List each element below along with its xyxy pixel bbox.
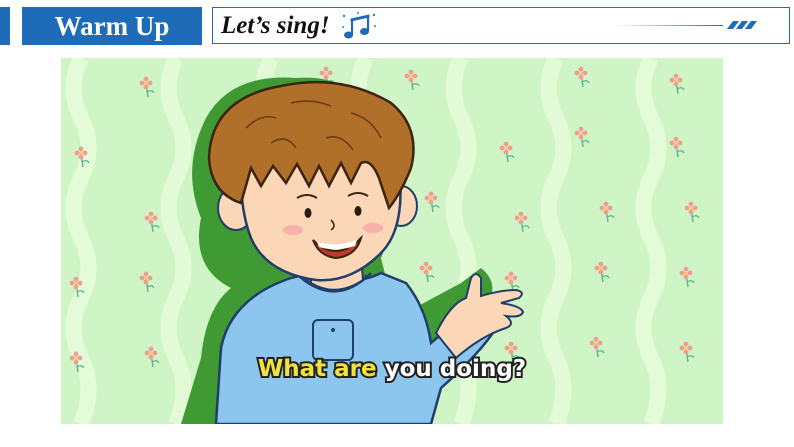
song-subtitle: What are you doing? (61, 354, 723, 384)
page-title: Let’s sing! (221, 12, 330, 39)
left-accent-strip (0, 7, 10, 45)
subtitle-rest: you doing? (376, 354, 529, 384)
music-note-icon (342, 12, 376, 39)
subtitle-highlight: What are (256, 354, 379, 384)
decorative-bars (727, 21, 757, 29)
decorative-line (613, 25, 723, 26)
section-tag: Warm Up (22, 7, 202, 45)
video-frame[interactable]: What are you doing? (61, 58, 723, 424)
title-bar: Let’s sing! (212, 7, 790, 44)
